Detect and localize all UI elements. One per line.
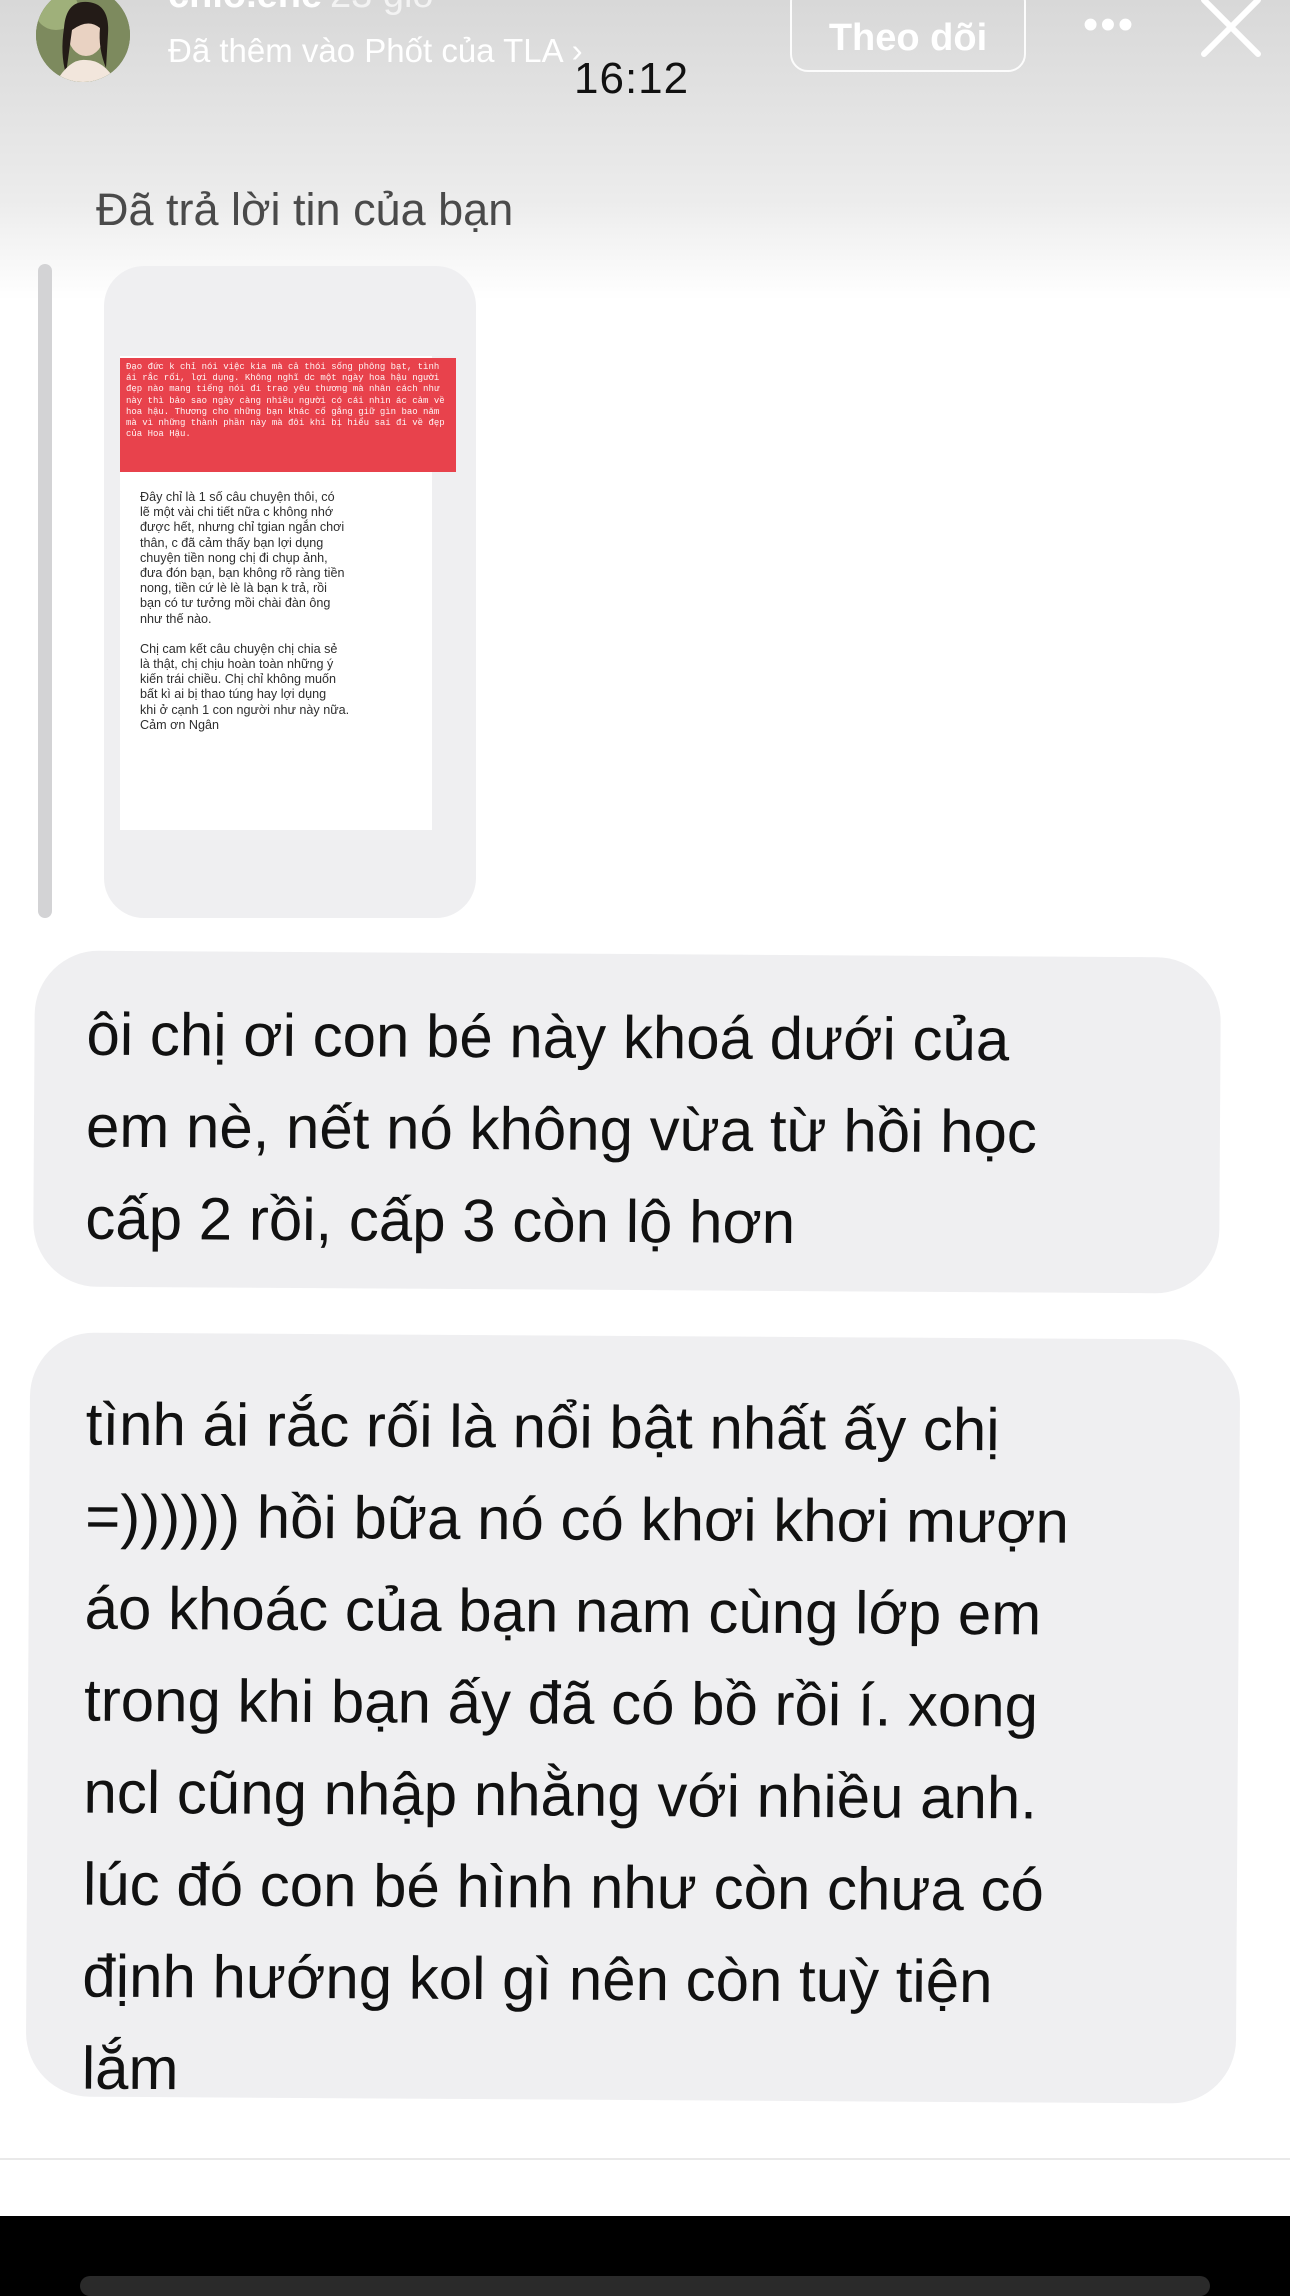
- replied-story-preview[interactable]: Đạo đức k chỉ nói việc kia mà cả thói số…: [104, 266, 476, 918]
- message-bubble[interactable]: ôi chị ơi con bé này khoá dưới của em nè…: [32, 950, 1222, 1294]
- follow-button[interactable]: Theo dõi: [790, 0, 1026, 72]
- follow-label: Theo dõi: [828, 16, 988, 59]
- avatar[interactable]: [36, 0, 130, 82]
- message-bubble[interactable]: tình ái rắc rối là nổi bật nhất ấy chị =…: [25, 1332, 1241, 2104]
- added-to-label: Đã thêm vào Phốt của TLA: [168, 32, 564, 69]
- reply-indicator-bar: [38, 264, 52, 918]
- story-frame: chlo.ene 23 giờ Đã thêm vào Phốt của TLA…: [0, 0, 1290, 2216]
- replied-to-story-label: Đã trả lời tin của bạn: [96, 184, 514, 235]
- more-icon[interactable]: •••: [1072, 0, 1146, 50]
- story-paragraph-2: Chị cam kết câu chuyện chị chia sẻ là th…: [140, 641, 350, 732]
- close-icon[interactable]: [1196, 0, 1266, 62]
- added-to-highlight[interactable]: Đã thêm vào Phốt của TLA ›: [168, 32, 583, 70]
- story-preview-text: Đây chỉ là 1 số câu chuyện thôi, có lẽ m…: [140, 490, 416, 748]
- home-indicator: [80, 2276, 1210, 2296]
- story-red-text-block: Đạo đức k chỉ nói việc kia mà cả thói số…: [120, 358, 456, 472]
- username[interactable]: chlo.ene: [168, 0, 322, 17]
- status-clock: 16:12: [574, 54, 690, 103]
- posted-time: 23 giờ: [330, 0, 437, 17]
- divider: [0, 2158, 1290, 2160]
- story-paragraph-1: Đây chỉ là 1 số câu chuyện thôi, có lẽ m…: [140, 490, 345, 626]
